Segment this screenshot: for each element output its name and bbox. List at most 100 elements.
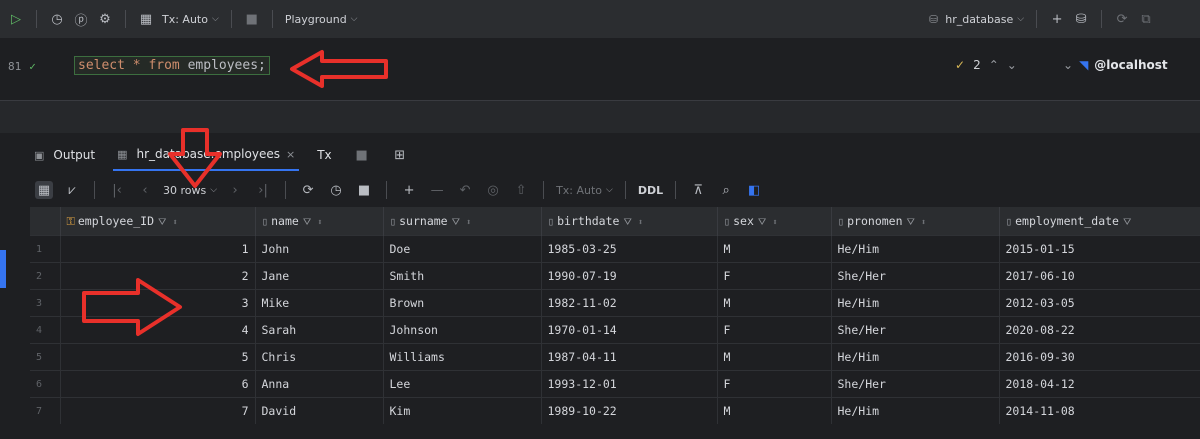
row-number[interactable]: 1 — [30, 235, 61, 263]
stop-icon[interactable]: ■ — [353, 146, 371, 164]
playground-dropdown[interactable]: Playground ⌵ — [281, 13, 362, 26]
cell-pronomen[interactable]: He/Him — [831, 235, 1000, 263]
cell-surname[interactable]: Smith — [383, 262, 542, 290]
cell-name[interactable]: Sarah — [255, 316, 384, 344]
cell-birthdate[interactable]: 1990-07-19 — [541, 262, 718, 290]
add-icon[interactable]: + — [1048, 10, 1066, 28]
filter-icon[interactable]: ⛛ — [623, 217, 631, 228]
settings-icon[interactable]: ⚙ — [96, 10, 114, 28]
row-number[interactable]: 4 — [30, 316, 61, 344]
sort-icon[interactable]: ⬍ — [172, 218, 177, 228]
prev-page-icon[interactable]: ‹ — [136, 181, 154, 199]
cell-name[interactable]: Jane — [255, 262, 384, 290]
refresh-icon[interactable]: ⟳ — [1113, 10, 1131, 28]
search-icon[interactable]: ⌕ — [717, 181, 735, 199]
cell-birthdate[interactable]: 1985-03-25 — [541, 235, 718, 263]
cell-birthdate[interactable]: 1987-04-11 — [541, 343, 718, 371]
stop-icon[interactable]: ■ — [355, 181, 373, 199]
cell-surname[interactable]: Doe — [383, 235, 542, 263]
remove-row-icon[interactable]: — — [428, 181, 446, 199]
table-row[interactable]: 2 2 Jane Smith 1990-07-19 F She/Her 2017-06-10 — [30, 262, 1200, 290]
last-page-icon[interactable]: ›| — [254, 181, 272, 199]
cell-id[interactable]: 6 — [60, 370, 256, 398]
cell-pronomen[interactable]: She/Her — [831, 370, 1000, 398]
ddl-button[interactable]: DDL — [634, 184, 667, 197]
cell-birthdate[interactable]: 1970-01-14 — [541, 316, 718, 344]
cell-id[interactable]: 7 — [60, 397, 256, 424]
table-row[interactable]: 1 1 John Doe 1985-03-25 M He/Him 2015-01-15 — [30, 235, 1200, 263]
stop-icon[interactable]: ■ — [243, 10, 261, 28]
cell-sex[interactable]: M — [717, 235, 832, 263]
add-row-icon[interactable]: + — [400, 181, 418, 199]
cell-id[interactable]: 1 — [60, 235, 256, 263]
column-header-name[interactable]: ▯ name ⛛ ⬍ — [255, 207, 384, 236]
cell-sex[interactable]: F — [717, 370, 832, 398]
row-number[interactable]: 2 — [30, 262, 61, 290]
cell-name[interactable]: John — [255, 235, 384, 263]
sql-query[interactable]: select * from employees; — [74, 56, 270, 75]
column-header-surname[interactable]: ▯ surname ⛛ ⬍ — [383, 207, 542, 236]
datasource-dropdown[interactable]: ⛁ hr_database ⌵ — [925, 13, 1028, 26]
copy-icon[interactable]: ⧉ — [1137, 10, 1155, 28]
first-page-icon[interactable]: |‹ — [108, 181, 126, 199]
cell-name[interactable]: Chris — [255, 343, 384, 371]
row-number[interactable]: 6 — [30, 370, 61, 398]
inspection-widget[interactable]: ✓ 2 ⌃ ⌄ — [955, 58, 1017, 72]
cell-sex[interactable]: M — [717, 397, 832, 424]
row-number[interactable]: 3 — [30, 289, 61, 317]
reload-icon[interactable]: ⟳ — [299, 181, 317, 199]
chevron-down-icon[interactable]: ⌄ — [1007, 58, 1017, 72]
cell-employment-date[interactable]: 2015-01-15 — [999, 235, 1200, 263]
compare-icon[interactable]: ◧ — [745, 181, 763, 199]
query-editor[interactable]: 81 ✓ select * from employees; ✓ 2 ⌃ ⌄ ⌄ … — [0, 38, 1200, 120]
filter-icon[interactable]: ⛛ — [303, 217, 311, 228]
chevron-up-icon[interactable]: ⌃ — [989, 58, 999, 72]
layout-icon[interactable]: ⊞ — [391, 146, 409, 164]
sort-icon[interactable]: ⬍ — [638, 218, 643, 228]
filter-icon[interactable]: ⛛ — [758, 217, 766, 228]
column-header-pronomen[interactable]: ▯ pronomen ⛛ ⬍ — [831, 207, 1000, 236]
cell-employment-date[interactable]: 2016-09-30 — [999, 343, 1200, 371]
cell-pronomen[interactable]: He/Him — [831, 343, 1000, 371]
filter-icon[interactable]: ⛛ — [452, 217, 460, 228]
cell-birthdate[interactable]: 1982-11-02 — [541, 289, 718, 317]
results-tx-dropdown[interactable]: Tx: Auto ⌵ — [552, 184, 617, 197]
sort-icon[interactable]: ⬍ — [466, 218, 471, 228]
cell-pronomen[interactable]: She/Her — [831, 262, 1000, 290]
filter-icon[interactable]: ⛛ — [907, 217, 915, 228]
cell-pronomen[interactable]: She/Her — [831, 316, 1000, 344]
run-icon[interactable]: ▷ — [7, 10, 25, 28]
tab-output[interactable]: ▣ Output — [30, 140, 99, 170]
tab-tx[interactable]: Tx — [313, 140, 335, 170]
close-icon[interactable]: × — [286, 148, 295, 161]
cell-employment-date[interactable]: 2017-06-10 — [999, 262, 1200, 290]
cell-employment-date[interactable]: 2012-03-05 — [999, 289, 1200, 317]
cell-birthdate[interactable]: 1993-12-01 — [541, 370, 718, 398]
cell-sex[interactable]: M — [717, 289, 832, 317]
column-header-sex[interactable]: ▯ sex ⛛ ⬍ — [717, 207, 832, 236]
cell-name[interactable]: Mike — [255, 289, 384, 317]
cell-employment-date[interactable]: 2018-04-12 — [999, 370, 1200, 398]
column-header-employment-date[interactable]: ▯ employment_date ⛛ — [999, 207, 1200, 236]
row-number[interactable]: 7 — [30, 397, 61, 424]
table-row[interactable]: 7 7 David Kim 1989-10-22 M He/Him 2014-11-08 — [30, 397, 1200, 424]
cell-id[interactable]: 5 — [60, 343, 256, 371]
history-icon[interactable]: ◷ — [48, 10, 66, 28]
table-row[interactable]: 4 4 Sarah Johnson 1970-01-14 F She/Her 2020-08-… — [30, 316, 1200, 344]
cell-surname[interactable]: Johnson — [383, 316, 542, 344]
grid-view-icon[interactable]: ▦ — [35, 181, 53, 199]
cell-surname[interactable]: Williams — [383, 343, 542, 371]
cell-pronomen[interactable]: He/Him — [831, 289, 1000, 317]
row-number[interactable]: 5 — [30, 343, 61, 371]
cell-surname[interactable]: Kim — [383, 397, 542, 424]
pin-icon[interactable]: ⓟ — [72, 10, 90, 29]
pin-icon[interactable]: ⊼ — [689, 181, 707, 199]
sort-icon[interactable]: ⬍ — [921, 218, 926, 228]
cell-sex[interactable]: F — [717, 262, 832, 290]
cell-surname[interactable]: Lee — [383, 370, 542, 398]
sort-icon[interactable]: ⬍ — [772, 218, 777, 228]
column-header-employee-id[interactable]: ⚿ employee_ID ⛛ ⬍ — [60, 207, 256, 236]
cell-sex[interactable]: F — [717, 316, 832, 344]
tx-mode-dropdown[interactable]: Tx: Auto ⌵ — [158, 13, 223, 26]
filter-icon[interactable]: ⛛ — [1123, 217, 1131, 228]
